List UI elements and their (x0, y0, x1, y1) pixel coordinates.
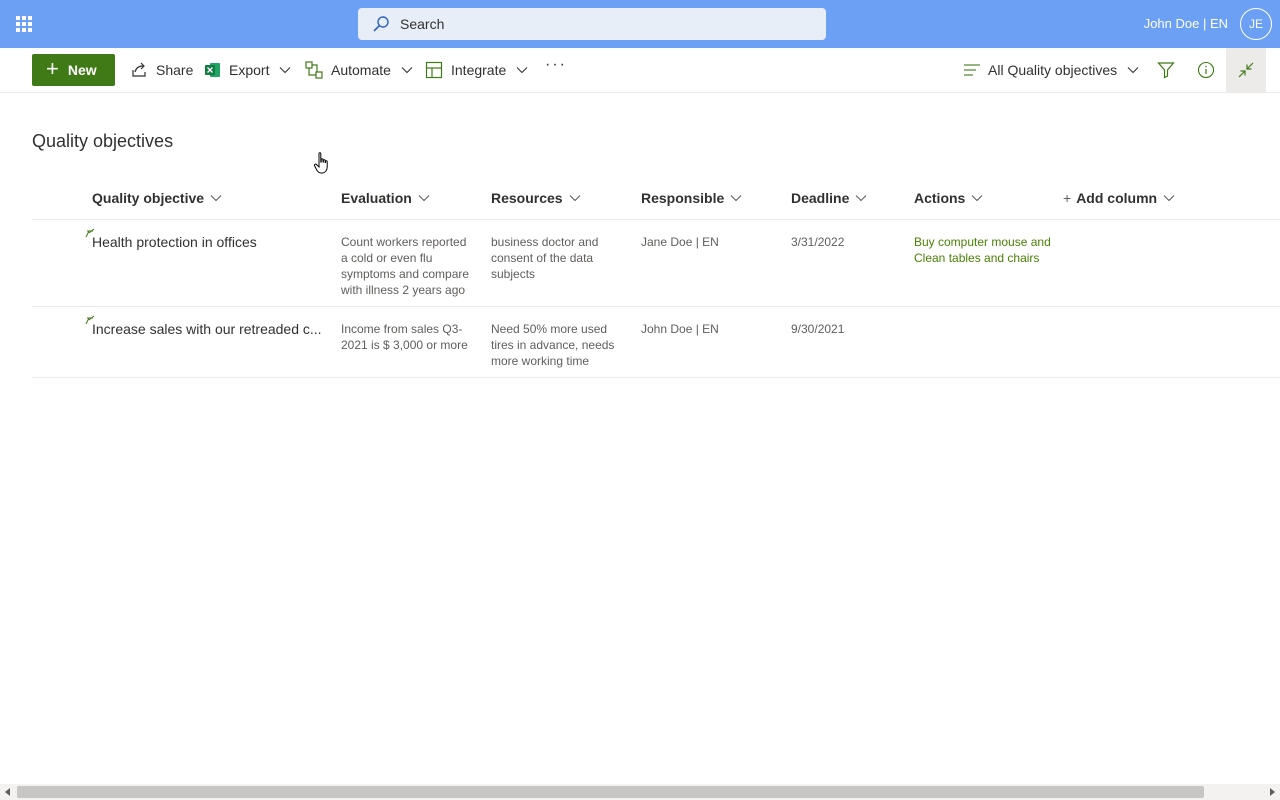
deadline-cell: 9/30/2021 (791, 322, 845, 336)
column-header-label: Resources (491, 190, 563, 206)
avatar[interactable]: JE (1240, 8, 1272, 40)
scroll-left-arrow-icon[interactable] (5, 788, 10, 796)
automate-icon (305, 61, 323, 79)
share-button[interactable]: Share (130, 56, 193, 84)
chevron-down-icon (280, 67, 291, 74)
chevron-down-icon (210, 195, 222, 202)
chevron-down-icon (418, 195, 430, 202)
export-label: Export (229, 62, 270, 78)
chevron-down-icon (1163, 195, 1175, 202)
view-selector-label: All Quality objectives (988, 62, 1118, 78)
responsible-cell[interactable]: Jane Doe | EN (641, 234, 719, 250)
grid-header: Quality objective Evaluation Resources R… (32, 176, 1280, 220)
chevron-down-icon (516, 67, 528, 74)
scroll-right-arrow-icon[interactable] (1270, 788, 1275, 796)
column-header-actions[interactable]: Actions (914, 190, 983, 206)
column-header-label: Responsible (641, 190, 725, 206)
integrate-button[interactable]: Integrate (425, 56, 536, 84)
app-launcher-icon[interactable] (14, 14, 34, 34)
view-selector[interactable]: All Quality objectives (964, 56, 1139, 84)
plus-icon: + (1063, 190, 1072, 206)
share-icon (132, 62, 146, 77)
automate-label: Automate (331, 62, 391, 78)
column-header-evaluation[interactable]: Evaluation (341, 190, 430, 206)
new-button[interactable]: + New (32, 54, 115, 86)
info-icon (1197, 61, 1215, 79)
column-header-quality-objective[interactable]: Quality objective (92, 190, 222, 206)
column-header-deadline[interactable]: Deadline (791, 190, 867, 206)
command-bar: + New Share Export Automate Integrate ··… (0, 48, 1280, 93)
filter-button[interactable] (1152, 56, 1180, 84)
column-header-label: Deadline (791, 190, 850, 206)
resources-cell: business doctor and consent of the data … (491, 235, 599, 281)
plus-icon: + (46, 56, 59, 81)
suite-bar: Search John Doe | EN JE (0, 0, 1280, 48)
table-row[interactable]: Health protection in offices Count worke… (32, 220, 1280, 307)
user-name[interactable]: John Doe | EN (1144, 16, 1228, 31)
column-header-label: Actions (914, 190, 966, 206)
collapse-icon (1238, 62, 1254, 78)
resources-cell: Need 50% more used tires in advance, nee… (491, 322, 615, 368)
column-header-resources[interactable]: Resources (491, 190, 581, 206)
add-column-button[interactable]: + Add column (1063, 190, 1175, 206)
page-title: Quality objectives (32, 131, 174, 151)
column-header-responsible[interactable]: Responsible (641, 190, 742, 206)
evaluation-cell: Count workers reported a cold or even fl… (341, 235, 470, 297)
collapse-button[interactable] (1226, 48, 1266, 92)
search-icon (373, 16, 389, 32)
filter-icon (1157, 62, 1175, 79)
hand-cursor-icon (313, 152, 328, 174)
new-button-label: New (67, 62, 97, 78)
chevron-down-icon (971, 195, 983, 202)
scrollbar-thumb[interactable] (17, 786, 1204, 798)
responsible-cell[interactable]: John Doe | EN (641, 321, 719, 337)
objective-link[interactable]: Increase sales with our retreaded c... (92, 321, 322, 337)
integrate-label: Integrate (451, 62, 507, 78)
search-box[interactable]: Search (358, 8, 826, 40)
add-column-label: Add column (1076, 190, 1158, 206)
chevron-down-icon (401, 67, 413, 74)
list-grid: Quality objective Evaluation Resources R… (32, 176, 1280, 378)
excel-icon (205, 63, 220, 77)
evaluation-cell: Income from sales Q3-2021 is $ 3,000 or … (341, 322, 468, 352)
chevron-down-icon (855, 195, 867, 202)
column-header-label: Evaluation (341, 190, 412, 206)
search-placeholder: Search (400, 16, 445, 32)
info-button[interactable] (1192, 56, 1220, 84)
column-header-label: Quality objective (92, 190, 205, 206)
horizontal-scrollbar[interactable] (0, 784, 1280, 800)
more-options-button[interactable]: ··· (545, 56, 567, 84)
chevron-down-icon (1127, 67, 1139, 74)
automate-button[interactable]: Automate (305, 56, 421, 84)
table-row[interactable]: Increase sales with our retreaded c... I… (32, 307, 1280, 378)
objective-link[interactable]: Health protection in offices (92, 234, 257, 250)
actions-cell[interactable]: Buy computer mouse and Clean tables and … (914, 234, 1059, 266)
export-button[interactable]: Export (205, 56, 299, 84)
integrate-icon (425, 61, 443, 79)
chevron-down-icon (730, 195, 742, 202)
list-view-icon (964, 64, 980, 76)
deadline-cell: 3/31/2022 (791, 235, 845, 249)
chevron-down-icon (569, 195, 580, 202)
share-label: Share (156, 62, 194, 78)
